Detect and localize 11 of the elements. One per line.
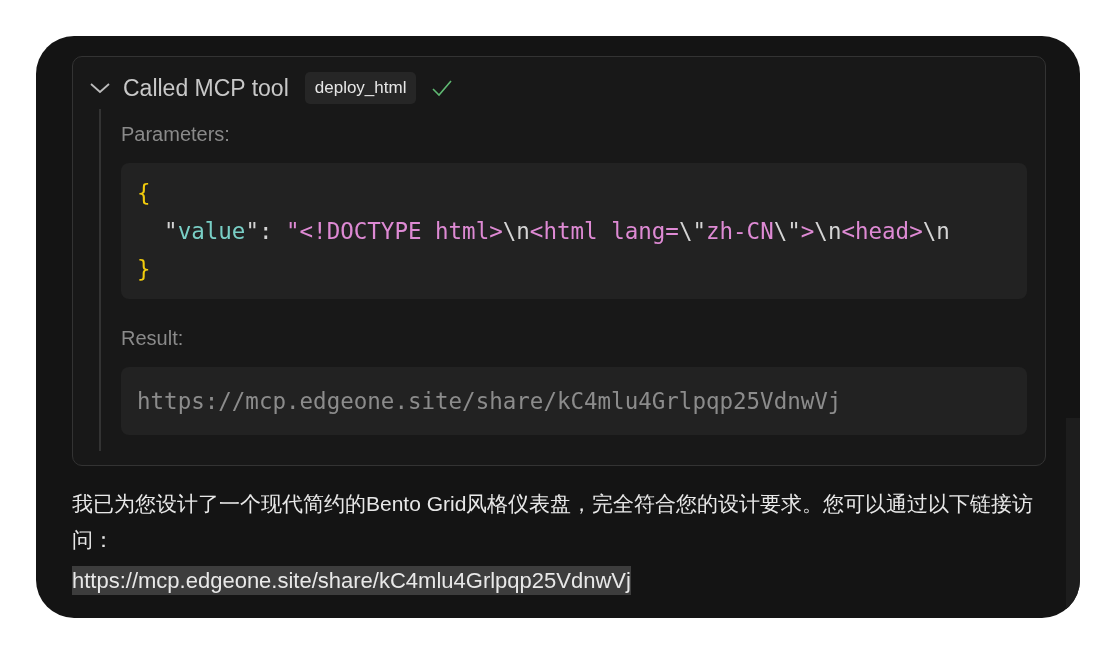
code-line: "value": "<!DOCTYPE html>\n<html lang=\"zh-CN\">\n<head>\n [163, 217, 951, 246]
tool-name: deploy_html [304, 72, 417, 104]
tool-call-title: Called MCP tool [123, 73, 289, 103]
code-line: { [137, 179, 152, 208]
result-link[interactable]: https://mcp.edgeone.site/share/kC4mlu4Grlpqp25VdnwVj [72, 566, 631, 595]
message-paragraph: 我已为您设计了一个现代简约的Bento Grid风格仪表盘，完全符合您的设计要求。您可以通过以下链接访问： [72, 491, 1035, 553]
chevron-icon[interactable] [89, 81, 111, 95]
result-output: https://mcp.edgeone.site/share/kC4mlu4Grlpqp25VdnwVj [121, 367, 1027, 435]
parameters-label: Parameters: [121, 122, 231, 147]
code-line: } [137, 255, 152, 284]
result-label: Result: [121, 326, 185, 351]
